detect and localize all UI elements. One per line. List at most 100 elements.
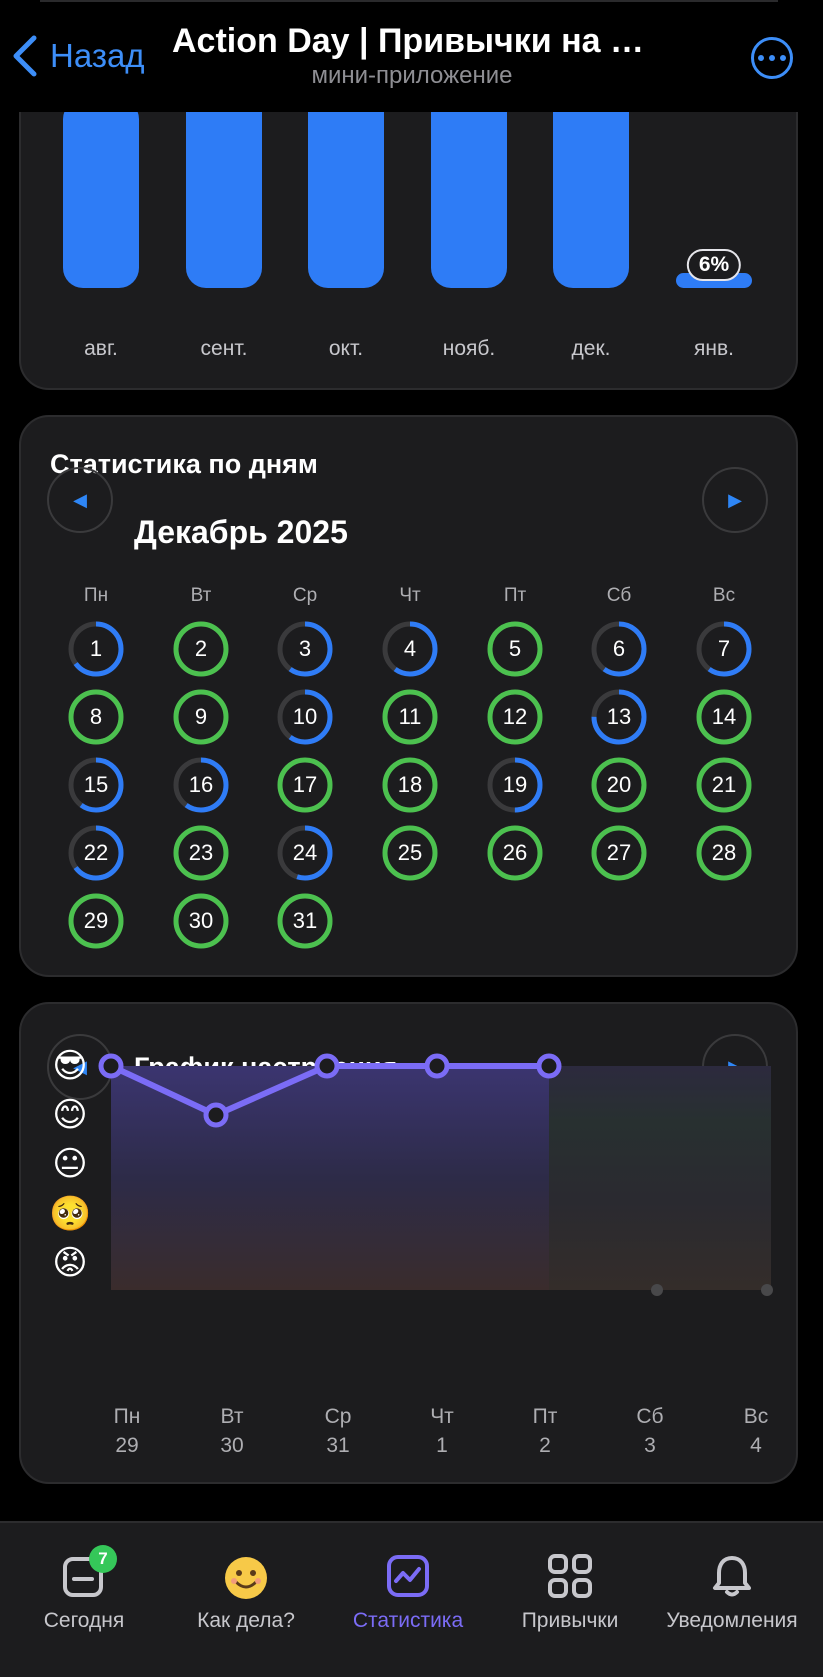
calendar-day[interactable]: 6: [589, 619, 649, 679]
calendar-day[interactable]: 19: [485, 755, 545, 815]
grid-icon: [547, 1553, 593, 1599]
day-number: 3: [298, 636, 312, 661]
calendar-day[interactable]: 5: [485, 619, 545, 679]
calendar-day[interactable]: 20: [589, 755, 649, 815]
mood-day-label: Вс 4: [726, 1402, 786, 1460]
calendar-day[interactable]: 12: [485, 687, 545, 747]
calendar-day[interactable]: 30: [171, 891, 231, 951]
tab-notifications[interactable]: Уведомления: [652, 1553, 812, 1633]
calendar-day[interactable]: 18: [380, 755, 440, 815]
calendar-day[interactable]: 21: [694, 755, 754, 815]
calendar-day[interactable]: 29: [66, 891, 126, 951]
calendar-day[interactable]: 22: [66, 823, 126, 883]
mood-point: [98, 1053, 124, 1079]
calendar-day[interactable]: 13: [589, 687, 649, 747]
weekday-label: Вс: [712, 585, 736, 606]
calendar-day[interactable]: 11: [380, 687, 440, 747]
calendar-day[interactable]: 15: [66, 755, 126, 815]
triangle-left-icon: ◀: [73, 489, 87, 510]
triangle-right-icon: ▶: [728, 489, 742, 510]
more-dot: [780, 55, 786, 61]
bar-4: [431, 91, 507, 288]
month-label: сент.: [200, 337, 248, 360]
day-number: 26: [502, 840, 528, 865]
tab-how-are-you[interactable]: Как дела?: [166, 1555, 326, 1633]
chart-icon: [385, 1553, 431, 1599]
mood-point: [761, 1284, 773, 1296]
tab-habits[interactable]: Привычки: [490, 1553, 650, 1633]
smile-icon: [223, 1555, 269, 1601]
calendar-day[interactable]: 26: [485, 823, 545, 883]
day-number: 30: [188, 908, 214, 933]
calendar-day[interactable]: 31: [275, 891, 335, 951]
next-month-button[interactable]: ▶: [702, 467, 768, 533]
month-label: янв.: [694, 337, 734, 360]
mood-weekday: Пт: [532, 1405, 558, 1428]
mood-date: 30: [220, 1434, 244, 1457]
mood-day-label: Сб 3: [620, 1402, 680, 1460]
calendar-day[interactable]: 27: [589, 823, 649, 883]
calendar-day[interactable]: 9: [171, 687, 231, 747]
day-number: 5: [508, 636, 522, 661]
calendar-day[interactable]: 23: [171, 823, 231, 883]
day-number: 7: [717, 636, 731, 661]
day-number: 28: [711, 840, 737, 865]
mood-point: [424, 1053, 450, 1079]
calendar-day[interactable]: 1: [66, 619, 126, 679]
calendar-day[interactable]: 4: [380, 619, 440, 679]
weekday-label: Пн: [83, 585, 109, 606]
calendar-day[interactable]: 24: [275, 823, 335, 883]
tab-today[interactable]: 7 Сегодня: [4, 1545, 164, 1633]
calendar-day[interactable]: 2: [171, 619, 231, 679]
weekday-label: Чт: [399, 585, 421, 606]
mood-day-label: Пт 2: [515, 1402, 575, 1460]
more-dots-icon: [758, 55, 764, 61]
day-number: 19: [502, 772, 528, 797]
mood-day-label: Чт 1: [412, 1402, 472, 1460]
day-number: 13: [606, 704, 632, 729]
mood-day-label: Пн 29: [97, 1402, 157, 1460]
mood-area-empty: [549, 1066, 771, 1290]
month-title: Декабрь 2025: [134, 514, 348, 550]
day-number: 20: [606, 772, 632, 797]
daily-stats-card: Статистика по дням ◀ Декабрь 2025 ▶ Пн Вт…: [19, 415, 798, 977]
day-number: 18: [397, 772, 423, 797]
calendar-day[interactable]: 7: [694, 619, 754, 679]
more-dot: [769, 55, 775, 61]
mood-weekday: Вт: [220, 1405, 244, 1428]
day-number: 4: [403, 636, 417, 661]
mood-date: 31: [326, 1434, 350, 1457]
month-label: окт.: [328, 337, 364, 360]
day-number: 21: [711, 772, 737, 797]
mood-weekday: Пн: [113, 1405, 141, 1428]
weekday-label: Сб: [606, 585, 632, 606]
day-number: 25: [397, 840, 423, 865]
calendar-day[interactable]: 14: [694, 687, 754, 747]
tab-how-are-you-label: Как дела?: [197, 1609, 295, 1632]
more-options-button[interactable]: [751, 37, 793, 79]
mood-weekday: Сб: [636, 1405, 664, 1428]
month-label: авг.: [84, 337, 118, 360]
prev-month-button[interactable]: ◀: [47, 467, 113, 533]
calendar-day[interactable]: 28: [694, 823, 754, 883]
day-number: 15: [83, 772, 109, 797]
weekday-label: Пт: [503, 585, 527, 606]
back-button[interactable]: Назад: [10, 30, 145, 82]
calendar-day[interactable]: 10: [275, 687, 335, 747]
calendar-day[interactable]: 25: [380, 823, 440, 883]
tab-statistics[interactable]: Статистика: [328, 1553, 488, 1633]
bar-1: [63, 98, 139, 288]
day-number: 17: [292, 772, 318, 797]
calendar-day[interactable]: 8: [66, 687, 126, 747]
day-number: 12: [502, 704, 528, 729]
mood-chart-card: ◀ График настроения ▶ 😎😊😐🥺😡 Пн29Вт30Ср31…: [19, 1002, 798, 1484]
day-number: 24: [292, 840, 318, 865]
calendar-day[interactable]: 3: [275, 619, 335, 679]
mood-date: 3: [644, 1434, 656, 1457]
calendar-day[interactable]: 17: [275, 755, 335, 815]
today-badge: 7: [89, 1545, 117, 1573]
tab-today-label: Сегодня: [43, 1609, 125, 1632]
app-header: Назад Action Day | Привычки на к... мини…: [0, 0, 823, 112]
day-number: 11: [398, 704, 422, 729]
calendar-day[interactable]: 16: [171, 755, 231, 815]
